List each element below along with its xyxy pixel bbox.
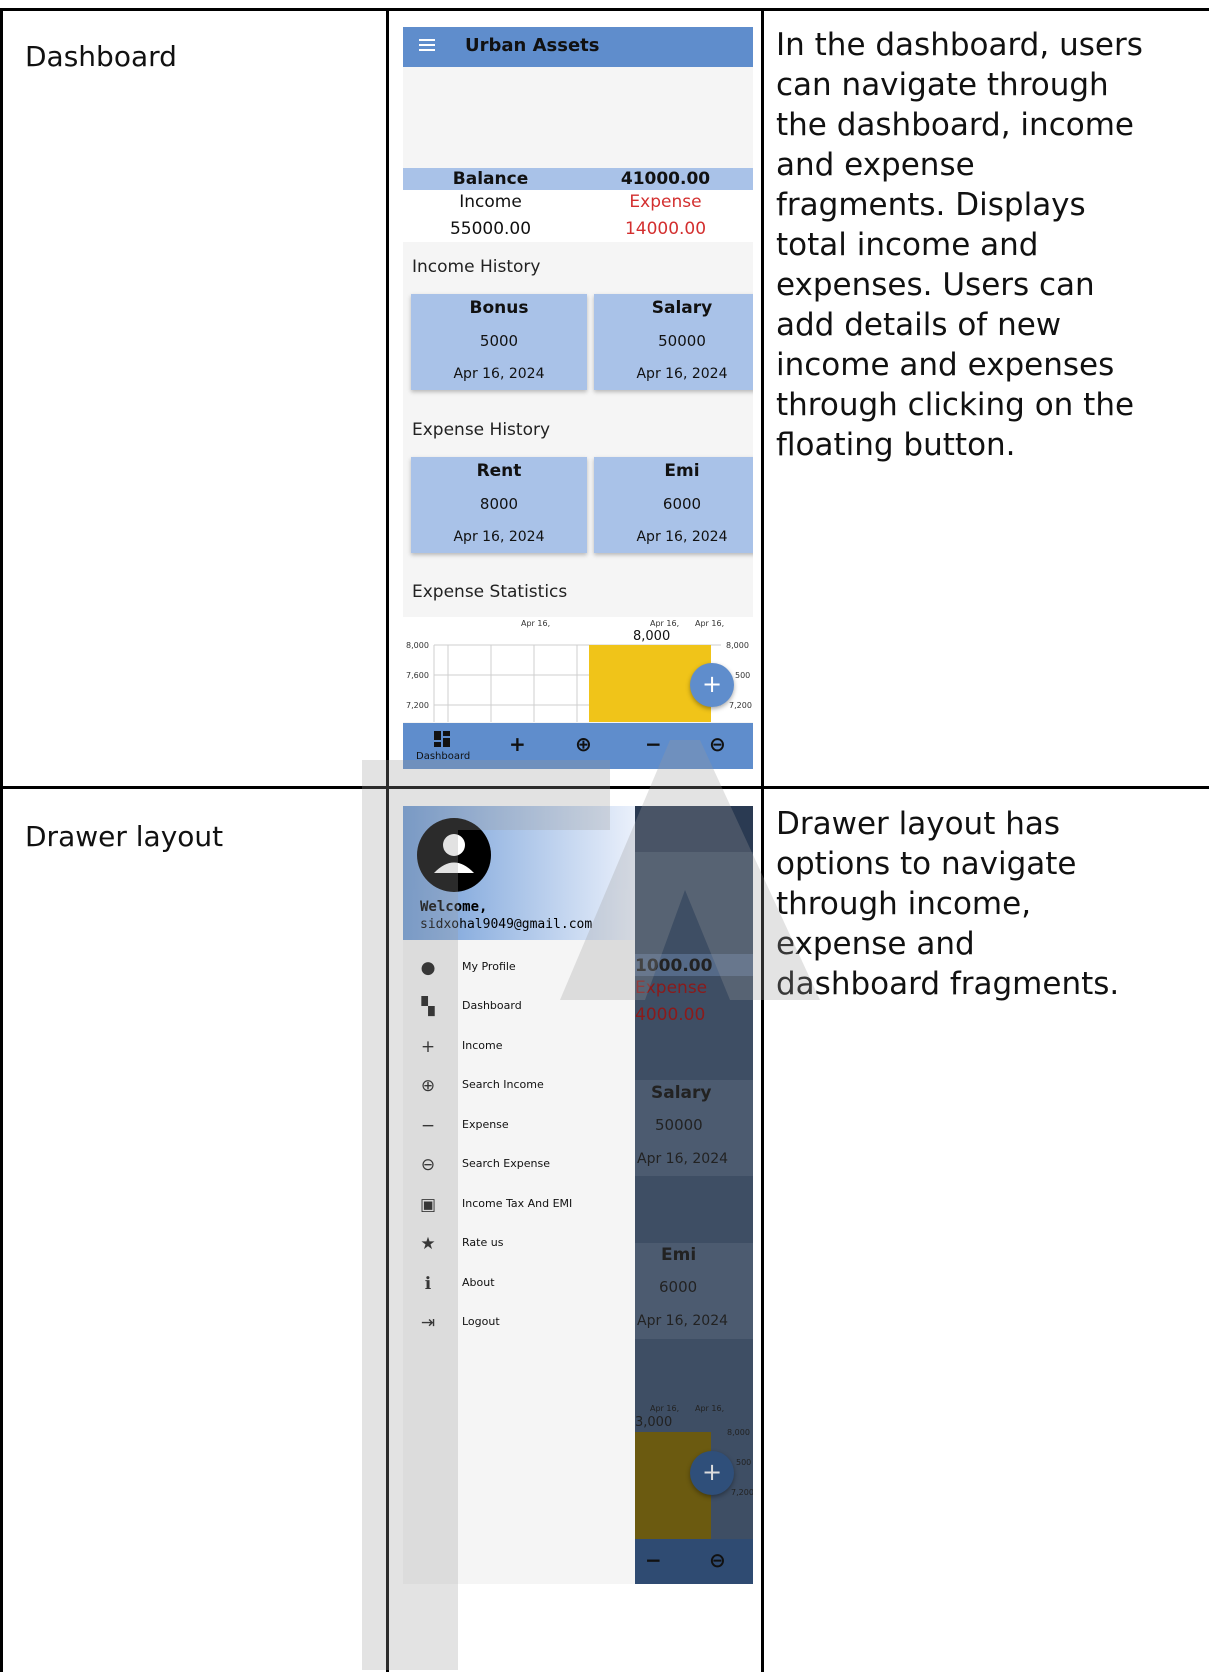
expense-statistics-title: Expense Statistics [412, 582, 568, 602]
dimmed-chart-top-label: Apr 16, [695, 1404, 725, 1413]
info-icon: ℹ [424, 1274, 432, 1294]
drawer-item-search-expense[interactable]: ⊖ Search Expense [403, 1153, 635, 1183]
menu-icon[interactable] [419, 39, 435, 52]
column-divider-2 [761, 8, 764, 1672]
income-card[interactable]: Salary 50000 Apr 16, 2024 [594, 294, 753, 390]
dimmed-app-bar [635, 806, 753, 852]
drawer-screenshot: 1000.00 Expense 4000.00 Salary 50000 Apr… [403, 806, 753, 1584]
add-fab-button[interactable]: + [690, 663, 734, 707]
income-history-title: Income History [412, 257, 541, 277]
expense-history-title: Expense History [412, 420, 551, 440]
y-axis-right-label: 8,000 [726, 641, 749, 650]
app-title: Urban Assets [465, 35, 600, 56]
table-middle-border [0, 786, 1209, 789]
table-top-border [0, 8, 1209, 11]
dimmed-chart-top-label: Apr 16, [650, 1404, 680, 1413]
row-label-drawer: Drawer layout [25, 820, 224, 853]
y-axis-left-label: 8,000 [406, 641, 429, 650]
column-divider-1 [386, 8, 389, 1672]
dimmed-bar-value-label: 3,000 [635, 1415, 673, 1430]
dimmed-card-amount: 6000 [659, 1278, 698, 1296]
dimmed-y-axis-label: 7,200 [731, 1488, 753, 1497]
row-label-dashboard: Dashboard [25, 40, 177, 73]
dimmed-y-axis-label: 8,000 [727, 1428, 750, 1437]
zoom-in-icon: ⊕ [420, 1076, 436, 1096]
dimmed-card-amount: 50000 [655, 1116, 703, 1134]
logout-icon: ⇥ [420, 1313, 436, 1333]
dashboard-icon: ▚ [421, 997, 435, 1017]
y-axis-right-label: 7,200 [729, 701, 752, 710]
drawer-header: Welcome, sidxohal9049@gmail.com [403, 806, 635, 940]
y-axis-left-label: 7,600 [406, 671, 429, 680]
expense-card[interactable]: Emi 6000 Apr 16, 2024 [594, 457, 753, 553]
drawer-item-income-tax-emi[interactable]: ▣ Income Tax And EMI [403, 1193, 635, 1223]
dimmed-background[interactable]: 1000.00 Expense 4000.00 Salary 50000 Apr… [635, 806, 753, 1584]
drawer-item-rate-us[interactable]: ★ Rate us [403, 1232, 635, 1262]
dimmed-card-date: Apr 16, 2024 [637, 1313, 729, 1329]
wallet-icon: ▣ [419, 1195, 437, 1215]
avatar[interactable] [417, 818, 491, 892]
expense-label: Expense [629, 192, 702, 212]
dimmed-expense-label: Expense [635, 978, 708, 998]
user-email: sidxohal9049@gmail.com [420, 917, 593, 932]
income-value: 55000.00 [449, 219, 532, 239]
navigation-drawer: Welcome, sidxohal9049@gmail.com ● My Pro… [403, 806, 635, 1584]
zoom-out-icon: ⊖ [420, 1155, 436, 1175]
drawer-item-logout[interactable]: ⇥ Logout [403, 1311, 635, 1341]
zoom-out-icon: ⊖ [709, 1548, 726, 1572]
dimmed-card-title: Emi [661, 1245, 697, 1265]
app-bar: Urban Assets [403, 27, 753, 67]
drawer-item-expense[interactable]: − Expense [403, 1114, 635, 1144]
nav-dashboard[interactable]: Dashboard [413, 728, 471, 768]
balance-summary: Balance 41000.00 Income Expense 55000.00… [403, 168, 753, 242]
drawer-item-dashboard[interactable]: ▚ Dashboard [403, 995, 635, 1025]
dashboard-icon [434, 731, 450, 747]
drawer-item-income[interactable]: + Income [403, 1035, 635, 1065]
expense-value: 14000.00 [624, 219, 707, 239]
chart-bar-value-label: 8,000 [633, 629, 671, 644]
balance-row: Balance 41000.00 [403, 168, 753, 190]
zoom-in-icon[interactable]: ⊕ [575, 732, 592, 756]
drawer-item-my-profile[interactable]: ● My Profile [403, 956, 635, 986]
dashboard-screenshot: Urban Assets Balance 41000.00 Income Exp… [403, 27, 753, 769]
add-icon: + [420, 1037, 436, 1057]
dimmed-balance-value: 1000.00 [635, 956, 713, 976]
nav-dashboard-label: Dashboard [416, 751, 471, 762]
minus-icon[interactable]: − [645, 732, 662, 756]
welcome-text: Welcome, [420, 899, 488, 915]
drawer-item-about[interactable]: ℹ About [403, 1272, 635, 1302]
star-icon: ★ [420, 1234, 436, 1254]
drawer-item-search-income[interactable]: ⊕ Search Income [403, 1074, 635, 1104]
dimmed-y-axis-label: 500 [736, 1458, 752, 1467]
dimmed-bottom-navigation: − ⊖ [635, 1539, 753, 1584]
bottom-navigation: Dashboard + ⊕ − ⊖ [403, 723, 753, 769]
income-label: Income [459, 192, 522, 212]
description-drawer: Drawer layout has options to navigate th… [776, 806, 1120, 1002]
zoom-out-icon[interactable]: ⊖ [709, 732, 726, 756]
dimmed-expense-value: 4000.00 [635, 1005, 706, 1025]
income-card[interactable]: Bonus 5000 Apr 16, 2024 [411, 294, 587, 390]
balance-label: Balance [452, 169, 529, 189]
dimmed-add-fab-button: + [690, 1451, 734, 1495]
dimmed-card-title: Salary [651, 1083, 712, 1103]
minus-icon: − [645, 1548, 662, 1572]
dimmed-card-date: Apr 16, 2024 [637, 1151, 729, 1167]
y-axis-left-label: 7,200 [406, 701, 429, 710]
add-icon[interactable]: + [509, 732, 526, 756]
description-dashboard: In the dashboard, users can navigate thr… [776, 27, 1143, 463]
expense-card[interactable]: Rent 8000 Apr 16, 2024 [411, 457, 587, 553]
minus-icon: − [420, 1116, 436, 1136]
y-axis-right-label: 500 [735, 671, 751, 680]
account-circle-icon: ● [420, 958, 436, 978]
balance-value: 41000.00 [620, 169, 711, 189]
person-icon [434, 834, 474, 873]
table-left-border [0, 8, 3, 1672]
